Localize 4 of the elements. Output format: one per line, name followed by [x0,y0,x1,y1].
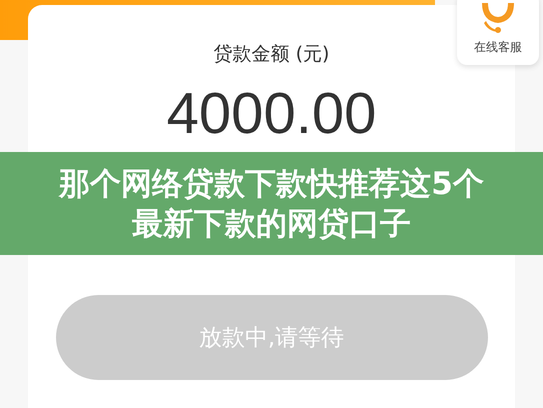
loan-amount-label: 贷款金额 (元) [214,42,330,67]
title-banner: 那个网络贷款下款快推荐这5个最新下款的网贷口子 [0,152,543,255]
customer-service-button[interactable]: 在线客服 [457,0,539,65]
loan-amount: 4000.00 [166,85,376,143]
